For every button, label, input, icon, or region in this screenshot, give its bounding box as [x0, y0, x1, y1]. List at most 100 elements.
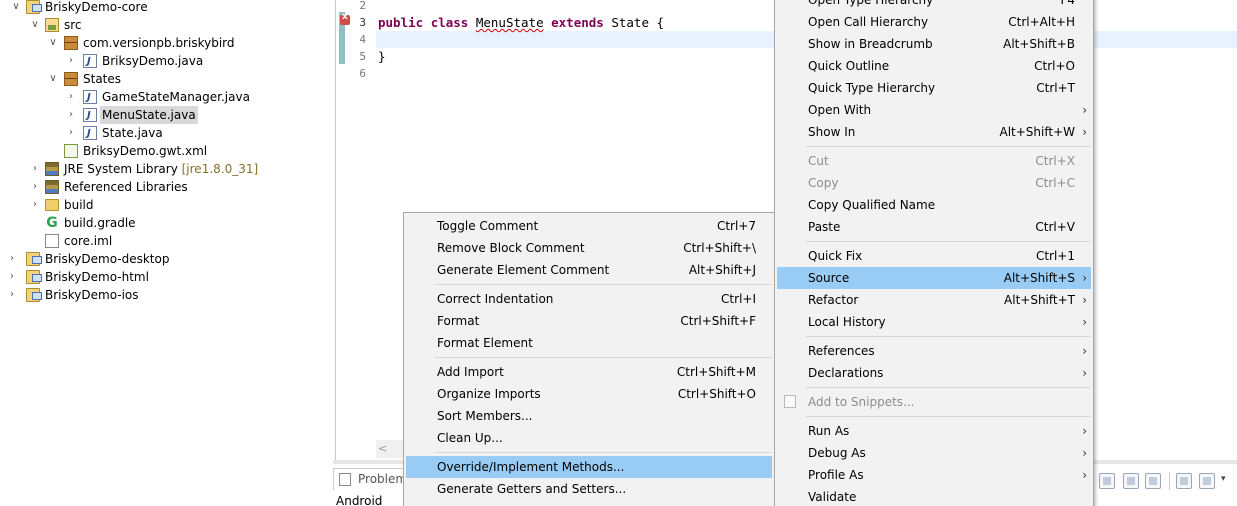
- expand-arrow-icon[interactable]: ∨: [47, 70, 59, 88]
- tab-label: Problem: [358, 472, 408, 486]
- source-submenu: Toggle Comment Ctrl+7 Remove Block Commen…: [403, 212, 775, 506]
- menu-item-format[interactable]: Format Ctrl+Shift+F: [406, 310, 772, 332]
- menu-item-quick-type-hierarchy[interactable]: Quick Type Hierarchy Ctrl+T: [777, 77, 1091, 99]
- menu-item-refactor[interactable]: Refactor Alt+Shift+T ›: [777, 289, 1091, 311]
- expand-arrow-icon[interactable]: ›: [6, 286, 18, 304]
- expand-arrow-icon[interactable]: ›: [65, 124, 77, 142]
- project-icon: [26, 0, 42, 14]
- menu-item-local-history[interactable]: Local History ›: [777, 311, 1091, 333]
- menu-item-toggle-comment[interactable]: Toggle Comment Ctrl+7: [406, 215, 772, 237]
- menu-item-label: Sort Members...: [437, 409, 533, 423]
- line-number: 3: [359, 16, 366, 29]
- menu-item-label: Declarations: [808, 366, 884, 380]
- project-icon: [26, 252, 42, 266]
- menu-item-shortcut: Ctrl+C: [1035, 176, 1075, 190]
- menu-item-label: Debug As: [808, 446, 866, 460]
- menu-item-quick-fix[interactable]: Quick Fix Ctrl+1: [777, 245, 1091, 267]
- menu-item-profile-as[interactable]: Profile As ›: [777, 464, 1091, 486]
- submenu-arrow-icon: ›: [1082, 271, 1087, 285]
- tree-item-label: JRE System Library [jre1.8.0_31]: [64, 160, 258, 178]
- menu-item-shortcut: Ctrl+X: [1035, 154, 1075, 168]
- tree-item-label: BriskyDemo-core: [45, 0, 148, 14]
- menu-item-shortcut: Ctrl+7: [716, 219, 756, 233]
- menu-item-label: Add to Snippets...: [808, 395, 915, 409]
- menu-item-sort-members[interactable]: Sort Members...: [406, 405, 772, 427]
- menu-item-add-import[interactable]: Add Import Ctrl+Shift+M: [406, 361, 772, 383]
- menu-item-label: Correct Indentation: [437, 292, 554, 306]
- menu-item-label: Show in Breadcrumb: [808, 37, 933, 51]
- toolbar-button-icon[interactable]: [1145, 473, 1161, 489]
- tree-item-label: BriskyDemo-desktop: [45, 252, 170, 266]
- menu-item-declarations[interactable]: Declarations ›: [777, 362, 1091, 384]
- menu-item-label: Open With: [808, 103, 872, 117]
- project-icon: [26, 288, 42, 302]
- expand-arrow-icon[interactable]: ›: [6, 268, 18, 286]
- tree-item-label: Referenced Libraries: [64, 180, 188, 194]
- view-menu-icon[interactable]: ▾: [1221, 474, 1226, 484]
- tree-item-label: GameStateManager.java: [102, 90, 250, 104]
- tree-item-label: State.java: [102, 126, 163, 140]
- menu-item-paste[interactable]: Paste Ctrl+V: [777, 216, 1091, 238]
- menu-item-label: Show In: [808, 125, 856, 139]
- expand-arrow-icon[interactable]: ›: [29, 196, 41, 214]
- expand-arrow-icon[interactable]: ∨: [10, 0, 22, 16]
- toolbar-button-icon[interactable]: [1199, 473, 1215, 489]
- menu-item-run-as[interactable]: Run As ›: [777, 420, 1091, 442]
- library-icon: [45, 162, 59, 176]
- menu-item-label: Open Type Hierarchy: [808, 0, 934, 7]
- menu-item-format-element[interactable]: Format Element: [406, 332, 772, 354]
- keyword: class: [430, 15, 469, 30]
- menu-item-copy[interactable]: Copy Ctrl+C: [777, 172, 1091, 194]
- menu-item-show-in-breadcrumb[interactable]: Show in Breadcrumb Alt+Shift+B: [777, 33, 1091, 55]
- tree-item-label: build.gradle: [64, 216, 136, 230]
- java-file-icon: [83, 107, 97, 125]
- expand-arrow-icon[interactable]: ∨: [29, 16, 41, 34]
- expand-arrow-icon[interactable]: ∨: [47, 34, 59, 52]
- menu-item-open-call-hierarchy[interactable]: Open Call Hierarchy Ctrl+Alt+H: [777, 11, 1091, 33]
- menu-item-label: Toggle Comment: [437, 219, 539, 233]
- expand-arrow-icon[interactable]: ›: [65, 106, 77, 124]
- menu-item-open-type-hierarchy[interactable]: Open Type Hierarchy F4: [777, 0, 1091, 11]
- submenu-arrow-icon: ›: [1082, 446, 1087, 460]
- menu-item-clean-up[interactable]: Clean Up...: [406, 427, 772, 449]
- menu-item-label: Quick Fix: [808, 249, 863, 263]
- menu-item-add-to-snippets[interactable]: Add to Snippets...: [777, 391, 1091, 413]
- package-icon: [64, 36, 78, 50]
- menu-item-generate-element-comment[interactable]: Generate Element Comment Alt+Shift+J: [406, 259, 772, 281]
- error-marker-icon[interactable]: [340, 12, 350, 25]
- scroll-left-arrow-icon[interactable]: <: [378, 440, 387, 458]
- expand-arrow-icon[interactable]: ›: [6, 250, 18, 268]
- menu-item-validate[interactable]: Validate: [777, 486, 1091, 506]
- menu-item-override-implement-methods[interactable]: Override/Implement Methods...: [406, 456, 772, 478]
- toolbar-button-icon[interactable]: [1099, 473, 1115, 489]
- menu-item-quick-outline[interactable]: Quick Outline Ctrl+O: [777, 55, 1091, 77]
- menu-item-correct-indentation[interactable]: Correct Indentation Ctrl+I: [406, 288, 772, 310]
- menu-item-label: Cut: [808, 154, 829, 168]
- toolbar-button-icon[interactable]: [1176, 473, 1192, 489]
- menu-item-remove-block-comment[interactable]: Remove Block Comment Ctrl+Shift+\: [406, 237, 772, 259]
- menu-item-references[interactable]: References ›: [777, 340, 1091, 362]
- menu-item-label: Quick Type Hierarchy: [808, 81, 936, 95]
- class-name-error[interactable]: MenuState: [476, 15, 544, 30]
- menu-item-label: Source: [808, 271, 850, 285]
- menu-item-generate-getters-setters[interactable]: Generate Getters and Setters...: [406, 478, 772, 500]
- expand-arrow-icon[interactable]: ›: [65, 88, 77, 106]
- menu-item-show-in[interactable]: Show In Alt+Shift+W ›: [777, 121, 1091, 143]
- java-file-icon: [83, 53, 97, 71]
- menu-item-cut[interactable]: Cut Ctrl+X: [777, 150, 1091, 172]
- expand-arrow-icon[interactable]: ›: [29, 178, 41, 196]
- tab-problems[interactable]: Problem: [333, 468, 407, 490]
- menu-item-source[interactable]: Source Alt+Shift+S ›: [777, 267, 1091, 289]
- menu-item-debug-as[interactable]: Debug As ›: [777, 442, 1091, 464]
- toolbar-button-icon[interactable]: [1123, 473, 1139, 489]
- expand-arrow-icon[interactable]: ›: [29, 160, 41, 178]
- tree-item-label: MenuState.java: [100, 106, 198, 124]
- java-file-icon: [83, 125, 97, 143]
- keyword: extends: [551, 15, 604, 30]
- expand-arrow-icon[interactable]: ›: [65, 52, 77, 70]
- menu-item-open-with[interactable]: Open With ›: [777, 99, 1091, 121]
- xml-file-icon: [64, 144, 78, 158]
- tree-item-label: States: [83, 72, 122, 86]
- menu-item-copy-qualified-name[interactable]: Copy Qualified Name: [777, 194, 1091, 216]
- menu-item-organize-imports[interactable]: Organize Imports Ctrl+Shift+O: [406, 383, 772, 405]
